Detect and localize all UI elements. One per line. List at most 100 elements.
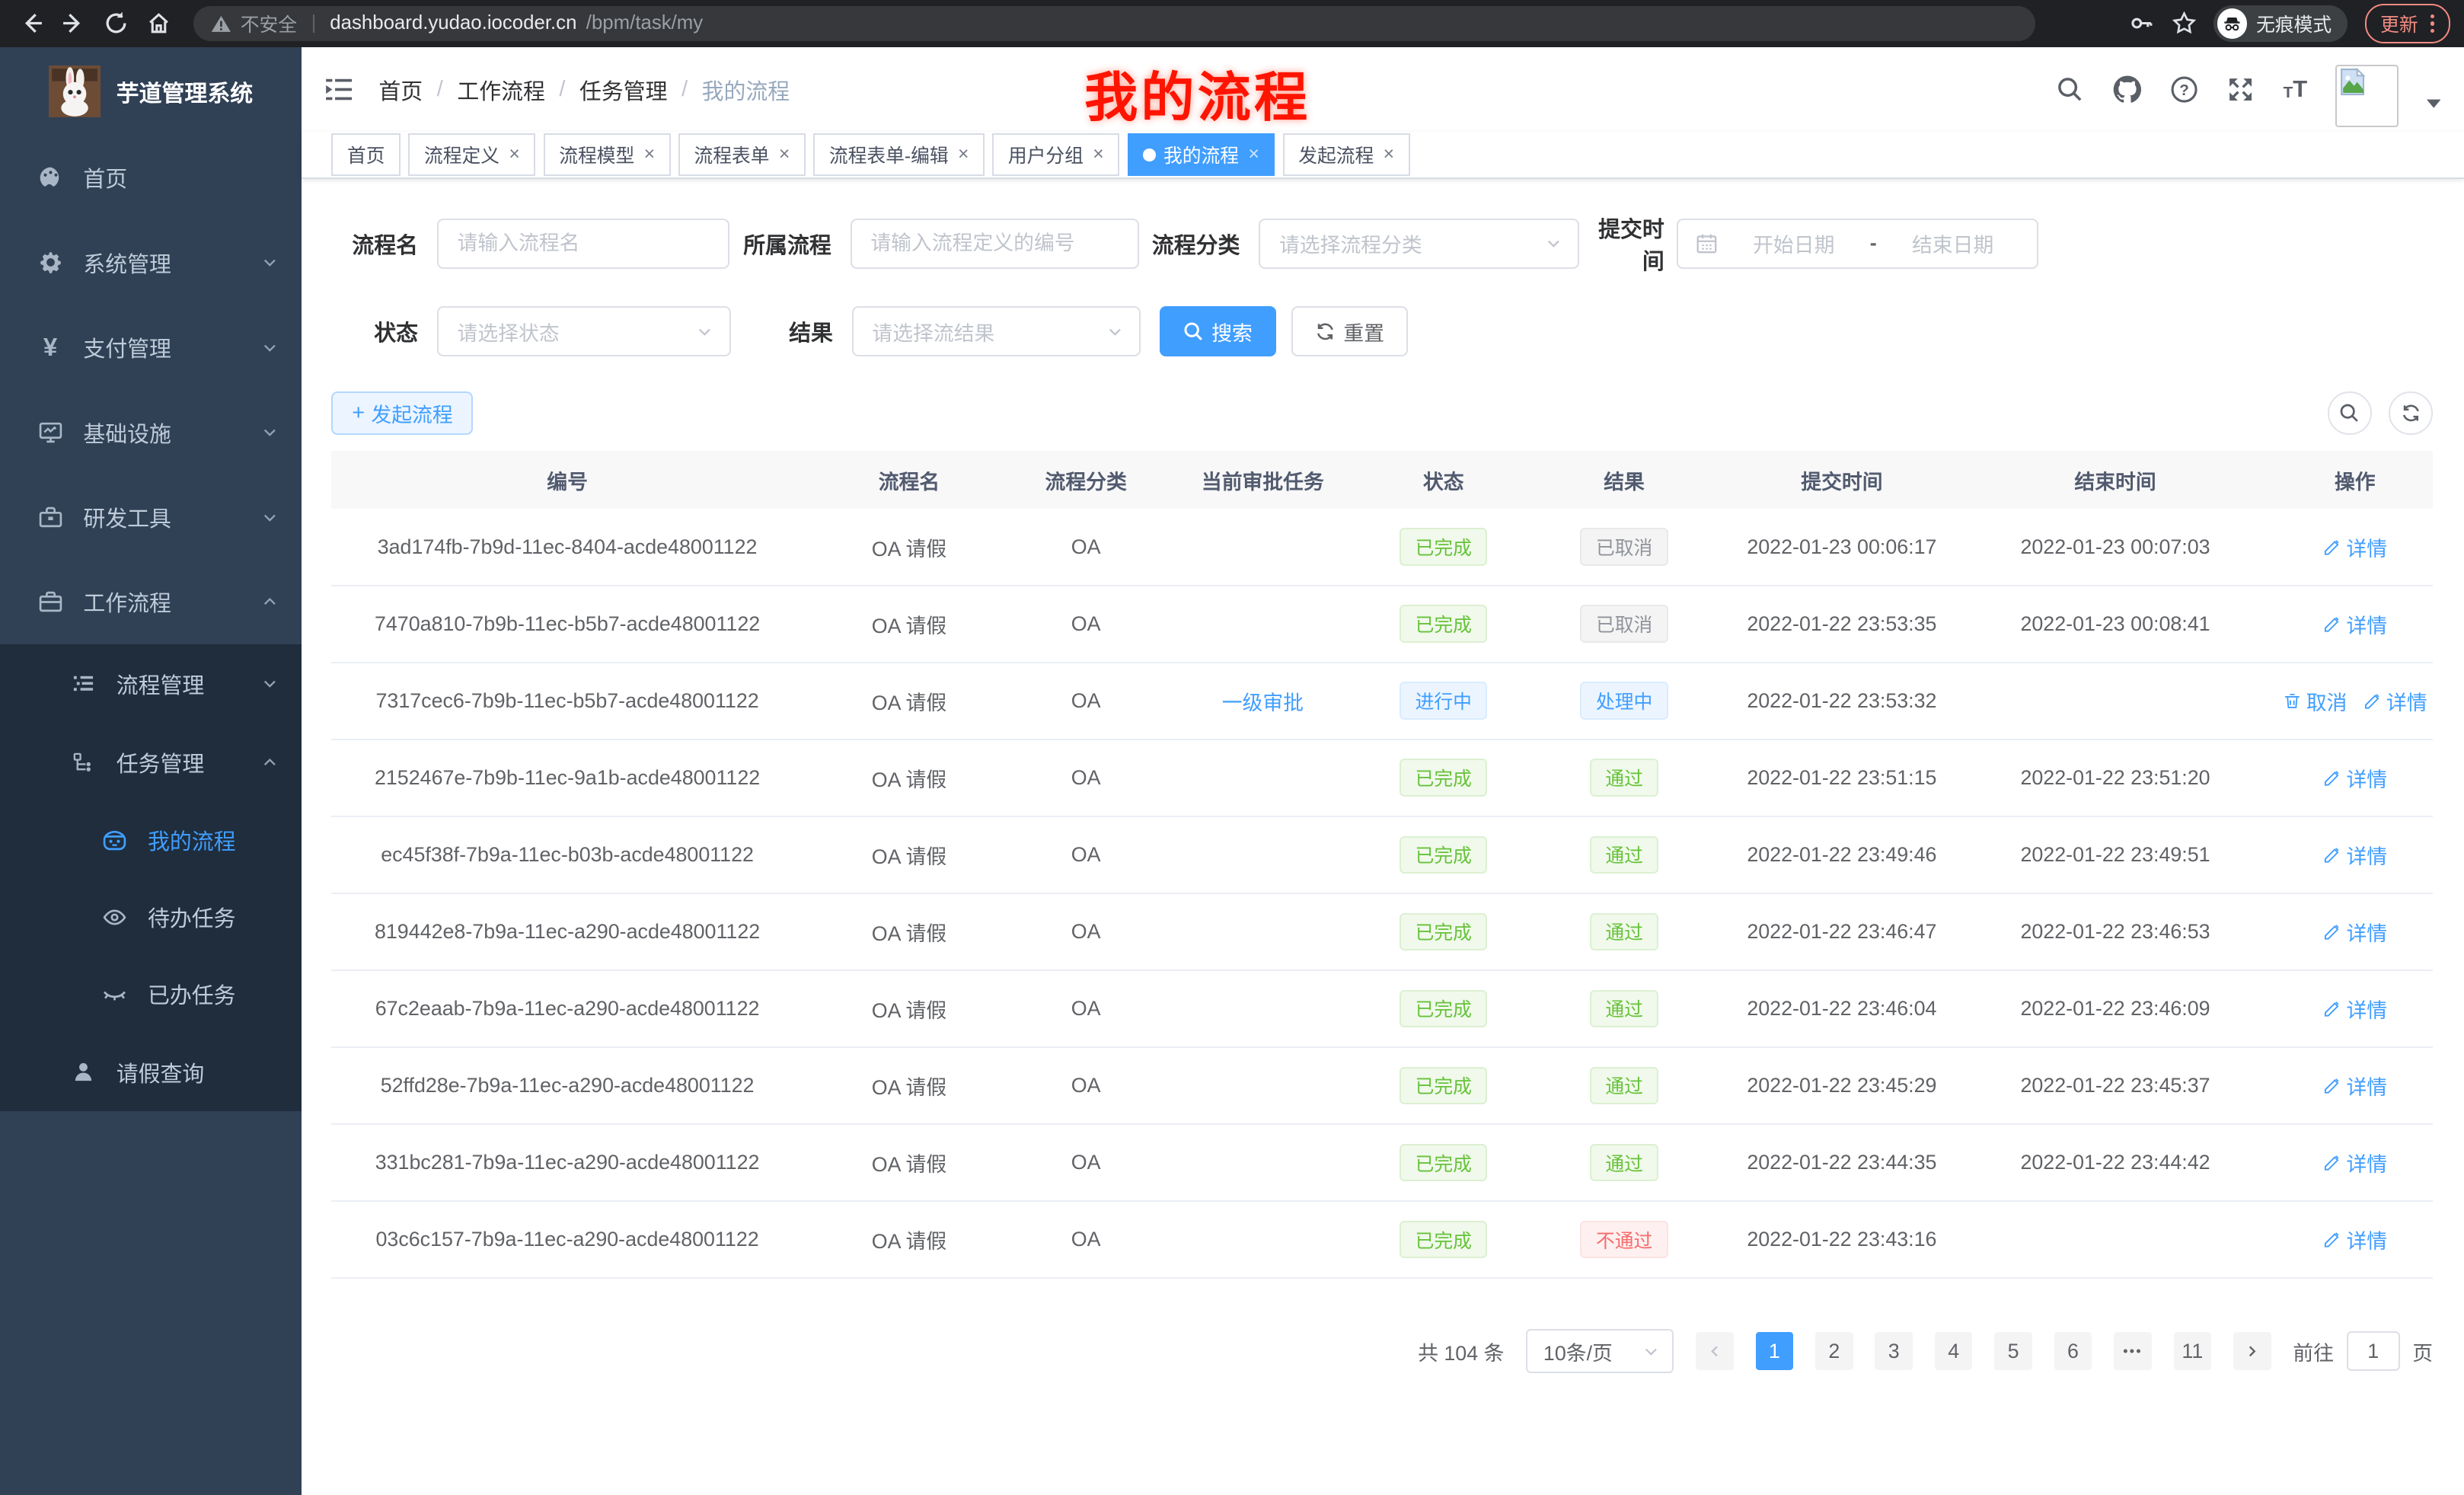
- sidebar-item-home[interactable]: 首页: [0, 135, 302, 219]
- sidebar-item-system[interactable]: 系统管理: [0, 220, 302, 305]
- breadcrumb-task-management[interactable]: 任务管理: [579, 74, 668, 106]
- task-link[interactable]: 一级审批: [1222, 686, 1304, 716]
- content: 流程名 所属流程 流程分类 请选择流程分类 提交时间 开始日期 - 结束日期: [302, 179, 2464, 1495]
- table-refresh-button[interactable]: [2389, 391, 2433, 436]
- category-select[interactable]: 请选择流程分类: [1259, 219, 1579, 269]
- tab-start-process[interactable]: 发起流程×: [1283, 133, 1410, 176]
- page-button[interactable]: 2: [1815, 1332, 1853, 1370]
- sidebar-item-process-management[interactable]: 流程管理: [0, 644, 302, 723]
- help-icon[interactable]: ?: [2170, 75, 2198, 104]
- result-tag: 通过: [1590, 1144, 1659, 1181]
- sidebar-item-my-process[interactable]: 我的流程: [0, 802, 302, 879]
- detail-action[interactable]: 详情: [2322, 994, 2387, 1024]
- detail-action[interactable]: 详情: [2322, 609, 2387, 639]
- end-date-placeholder[interactable]: 结束日期: [1886, 228, 2019, 258]
- tab-process-form[interactable]: 流程表单×: [678, 133, 806, 176]
- bookmark-star-icon[interactable]: [2172, 11, 2197, 36]
- browser-menu-icon[interactable]: [2430, 14, 2434, 33]
- prev-page-button[interactable]: [1696, 1332, 1734, 1370]
- font-size-icon[interactable]: TT: [2284, 78, 2308, 101]
- process-definition-input[interactable]: [851, 219, 1140, 269]
- breadcrumb-workflow[interactable]: 工作流程: [457, 74, 545, 106]
- reset-button[interactable]: 重置: [1291, 306, 1408, 356]
- result-select[interactable]: 请选择流结果: [852, 306, 1141, 356]
- sidebar-item-workflow[interactable]: 工作流程: [0, 560, 302, 644]
- page-button[interactable]: 1: [1756, 1332, 1794, 1370]
- close-icon[interactable]: ×: [509, 145, 519, 165]
- close-icon[interactable]: ×: [1384, 145, 1394, 165]
- status-tag: 已完成: [1400, 528, 1487, 565]
- avatar-caret-icon[interactable]: [2427, 99, 2441, 108]
- browser-update-button[interactable]: 更新: [2365, 4, 2450, 43]
- chevron-up-icon: [261, 593, 279, 611]
- fullscreen-icon[interactable]: [2226, 75, 2255, 104]
- github-icon[interactable]: [2112, 75, 2142, 104]
- start-date-placeholder[interactable]: 开始日期: [1727, 228, 1860, 258]
- close-icon[interactable]: ×: [779, 145, 790, 165]
- tabs-bar: 首页 流程定义× 流程模型× 流程表单× 流程表单-编辑× 用户分组× 我的流程…: [302, 132, 2464, 179]
- page-button[interactable]: 6: [2054, 1332, 2092, 1370]
- close-icon[interactable]: ×: [1248, 145, 1259, 165]
- page-button[interactable]: 11: [2174, 1332, 2212, 1370]
- sidebar-item-devtools[interactable]: 研发工具: [0, 474, 302, 559]
- cancel-action[interactable]: 取消: [2283, 686, 2348, 716]
- detail-action[interactable]: 详情: [2322, 532, 2387, 562]
- forward-icon[interactable]: [56, 6, 91, 40]
- status-tag: 进行中: [1400, 682, 1487, 719]
- table-row: 331bc281-7b9a-11ec-a290-acde48001122 OA …: [331, 1125, 2433, 1202]
- close-icon[interactable]: ×: [958, 145, 969, 165]
- close-icon[interactable]: ×: [1093, 145, 1103, 165]
- sidebar-item-infrastructure[interactable]: 基础设施: [0, 390, 302, 474]
- search-icon[interactable]: [2057, 76, 2083, 103]
- robot-icon: [101, 828, 129, 853]
- page-button[interactable]: 3: [1875, 1332, 1913, 1370]
- tab-my-process[interactable]: 我的流程×: [1128, 133, 1275, 176]
- page-button[interactable]: 5: [1994, 1332, 2032, 1370]
- sidebar-item-done-tasks[interactable]: 已办任务: [0, 956, 302, 1033]
- more-pages-button[interactable]: •••: [2114, 1332, 2152, 1370]
- tab-process-form-edit[interactable]: 流程表单-编辑×: [813, 133, 985, 176]
- table-search-toggle-button[interactable]: [2328, 391, 2372, 436]
- chevron-left-icon: [1707, 1343, 1723, 1359]
- sidebar-item-todo-tasks[interactable]: 待办任务: [0, 879, 302, 956]
- submit-time-range-picker[interactable]: 开始日期 - 结束日期: [1677, 219, 2038, 269]
- page-size-select[interactable]: 10条/页: [1526, 1329, 1674, 1373]
- goto-page-input[interactable]: [2347, 1331, 2400, 1371]
- home-icon[interactable]: [142, 6, 176, 40]
- key-icon[interactable]: [2129, 11, 2154, 36]
- tab-process-definition[interactable]: 流程定义×: [408, 133, 535, 176]
- process-name-input[interactable]: [437, 219, 729, 269]
- sidebar-item-label: 支付管理: [83, 331, 171, 363]
- sidebar-item-leave-query[interactable]: 请假查询: [0, 1033, 302, 1111]
- detail-action[interactable]: 详情: [2322, 763, 2387, 793]
- page-button[interactable]: 4: [1935, 1332, 1973, 1370]
- app-logo: 芋道管理系统: [0, 47, 302, 136]
- tab-user-group[interactable]: 用户分组×: [992, 133, 1119, 176]
- sidebar-toggle-icon[interactable]: [325, 77, 353, 102]
- status-select[interactable]: 请选择状态: [437, 306, 731, 356]
- close-icon[interactable]: ×: [644, 145, 655, 165]
- start-process-button[interactable]: + 发起流程: [331, 391, 473, 436]
- detail-action[interactable]: 详情: [2322, 840, 2387, 870]
- sidebar-item-label: 我的流程: [148, 824, 236, 856]
- chevron-up-icon: [261, 754, 279, 771]
- next-page-button[interactable]: [2233, 1332, 2271, 1370]
- reload-icon[interactable]: [99, 6, 133, 40]
- search-button[interactable]: 搜索: [1160, 306, 1276, 356]
- sidebar-item-payment[interactable]: ¥ 支付管理: [0, 305, 302, 389]
- detail-action[interactable]: 详情: [2322, 1148, 2387, 1177]
- avatar[interactable]: [2335, 65, 2398, 127]
- back-icon[interactable]: [14, 6, 49, 40]
- tab-process-model[interactable]: 流程模型×: [544, 133, 671, 176]
- security-label[interactable]: 不安全: [241, 10, 297, 37]
- update-label[interactable]: 更新: [2380, 10, 2418, 37]
- security-warning-icon: [211, 14, 231, 34]
- detail-action[interactable]: 详情: [2363, 686, 2427, 716]
- sidebar-item-task-management[interactable]: 任务管理: [0, 723, 302, 801]
- address-bar[interactable]: 不安全 dashboard.yudao.iocoder.cn/bpm/task/…: [193, 6, 2035, 40]
- detail-action[interactable]: 详情: [2322, 1071, 2387, 1100]
- tab-home[interactable]: 首页: [331, 133, 401, 176]
- breadcrumb-home[interactable]: 首页: [378, 74, 423, 106]
- detail-action[interactable]: 详情: [2322, 917, 2387, 947]
- detail-action[interactable]: 详情: [2322, 1225, 2387, 1254]
